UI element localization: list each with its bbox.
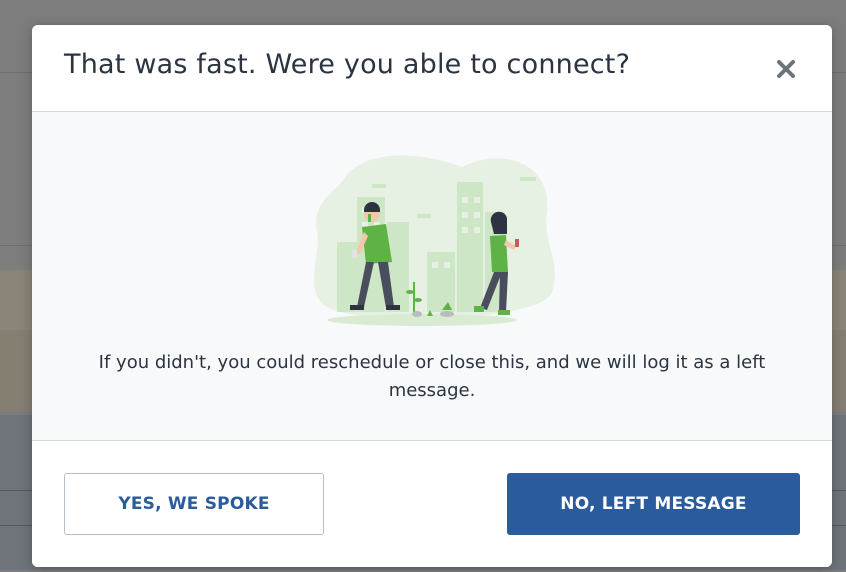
close-button[interactable] [770, 53, 802, 85]
modal-body: If you didn't, you could reschedule or c… [32, 112, 832, 441]
yes-we-spoke-button[interactable]: YES, WE SPOKE [64, 473, 324, 535]
people-walking-city-illustration [314, 155, 555, 326]
modal-footer: YES, WE SPOKE NO, LEFT MESSAGE [32, 441, 832, 567]
no-left-message-button[interactable]: NO, LEFT MESSAGE [507, 473, 800, 535]
connection-modal: That was fast. Were you able to connect? [32, 25, 832, 567]
modal-title: That was fast. Were you able to connect? [64, 49, 631, 80]
modal-message: If you didn't, you could reschedule or c… [98, 352, 766, 401]
modal-header: That was fast. Were you able to connect? [32, 25, 832, 112]
close-icon [777, 60, 795, 78]
